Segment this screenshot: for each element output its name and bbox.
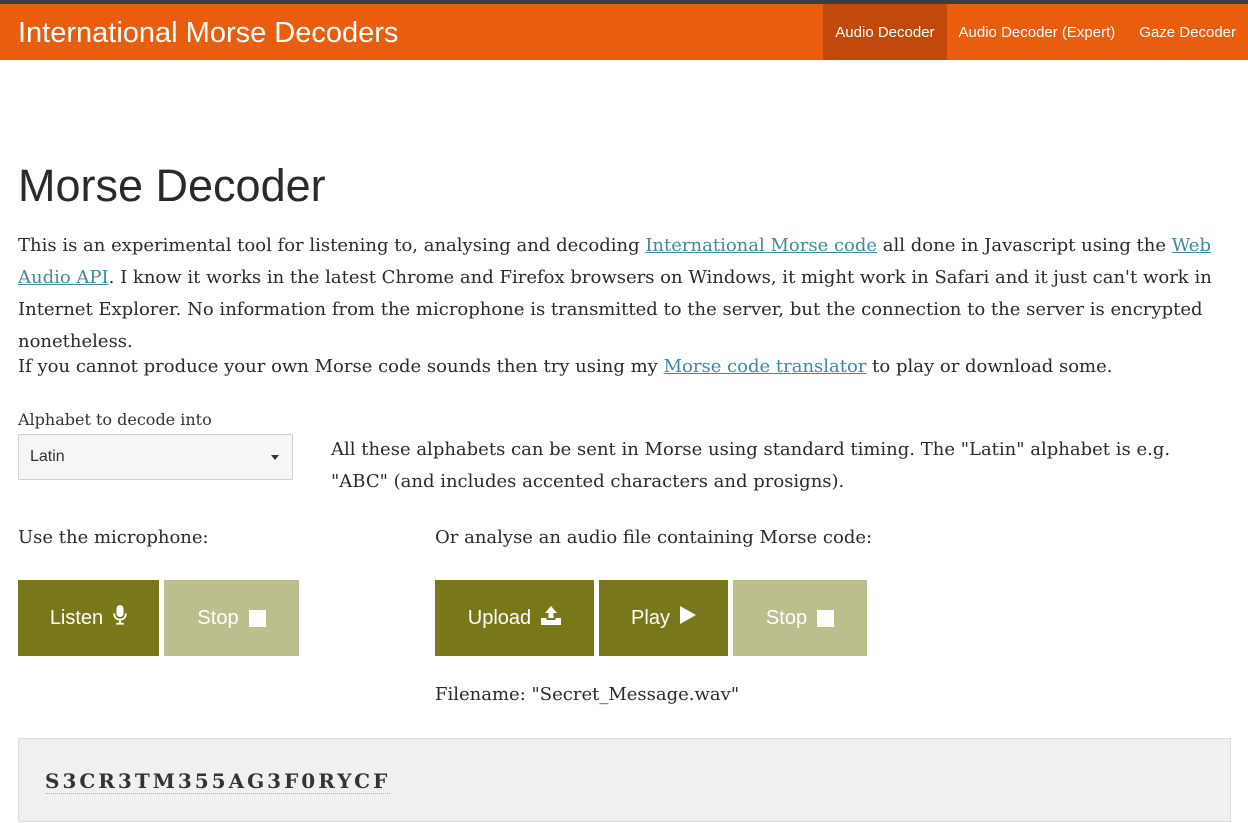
microphone-icon [113,605,127,631]
intro-text-1: This is an experimental tool for listeni… [18,235,646,256]
chevron-down-icon [271,455,279,460]
intro-paragraph: This is an experimental tool for listeni… [18,230,1234,358]
intro-text-2: all done in Javascript using the [877,235,1172,256]
nav-audio-decoder-expert[interactable]: Audio Decoder (Expert) [947,4,1128,60]
mic-stop-button[interactable]: Stop [164,580,299,656]
file-stop-button-label: Stop [765,606,808,629]
translator-paragraph: If you cannot produce your own Morse cod… [18,351,1234,383]
nav-audio-decoder[interactable]: Audio Decoder [823,4,947,60]
microphone-label: Use the microphone: [18,527,209,548]
international-morse-code-link[interactable]: International Morse code [645,235,877,256]
brand-title[interactable]: International Morse Decoders [18,17,398,50]
decoded-output-box: S3CR3TM355AG3F0RYCF [18,738,1231,822]
filename-value: "Secret_Message.wav" [531,684,740,705]
file-label: Or analyse an audio file containing Mors… [435,527,873,548]
intro-text-3: . I know it works in the latest Chrome a… [18,267,1212,352]
alphabet-note: All these alphabets can be sent in Morse… [331,439,1171,492]
play-icon [679,606,696,630]
stop-square-icon [817,609,835,627]
nav-gaze-decoder[interactable]: Gaze Decoder [1127,4,1248,60]
mic-stop-button-label: Stop [197,606,239,629]
upload-button[interactable]: Upload [435,580,594,656]
page-title: Morse Decoder [18,160,326,211]
file-stop-button[interactable]: Stop [733,580,867,656]
upload-icon [541,605,562,631]
translator-text-2: to play or download some. [866,356,1113,377]
morse-translator-link[interactable]: Morse code translator [664,356,867,377]
filename-prefix: Filename: [435,684,532,705]
play-button-label: Play [631,606,670,629]
alphabet-select[interactable]: Latin [18,434,293,480]
listen-button[interactable]: Listen [18,580,159,656]
filename-text: Filename: "Secret_Message.wav" [435,684,739,705]
decoded-output-text: S3CR3TM355AG3F0RYCF [45,769,391,794]
stop-square-icon [248,609,266,627]
play-button[interactable]: Play [599,580,728,656]
nav-links: Audio Decoder Audio Decoder (Expert) Gaz… [823,4,1248,60]
navbar: International Morse Decoders Audio Decod… [0,4,1248,60]
translator-text-1: If you cannot produce your own Morse cod… [18,356,664,377]
alphabet-selected-value: Latin [30,448,65,465]
listen-button-label: Listen [49,606,104,629]
alphabet-label: Alphabet to decode into [18,410,212,429]
upload-button-label: Upload [467,606,532,629]
